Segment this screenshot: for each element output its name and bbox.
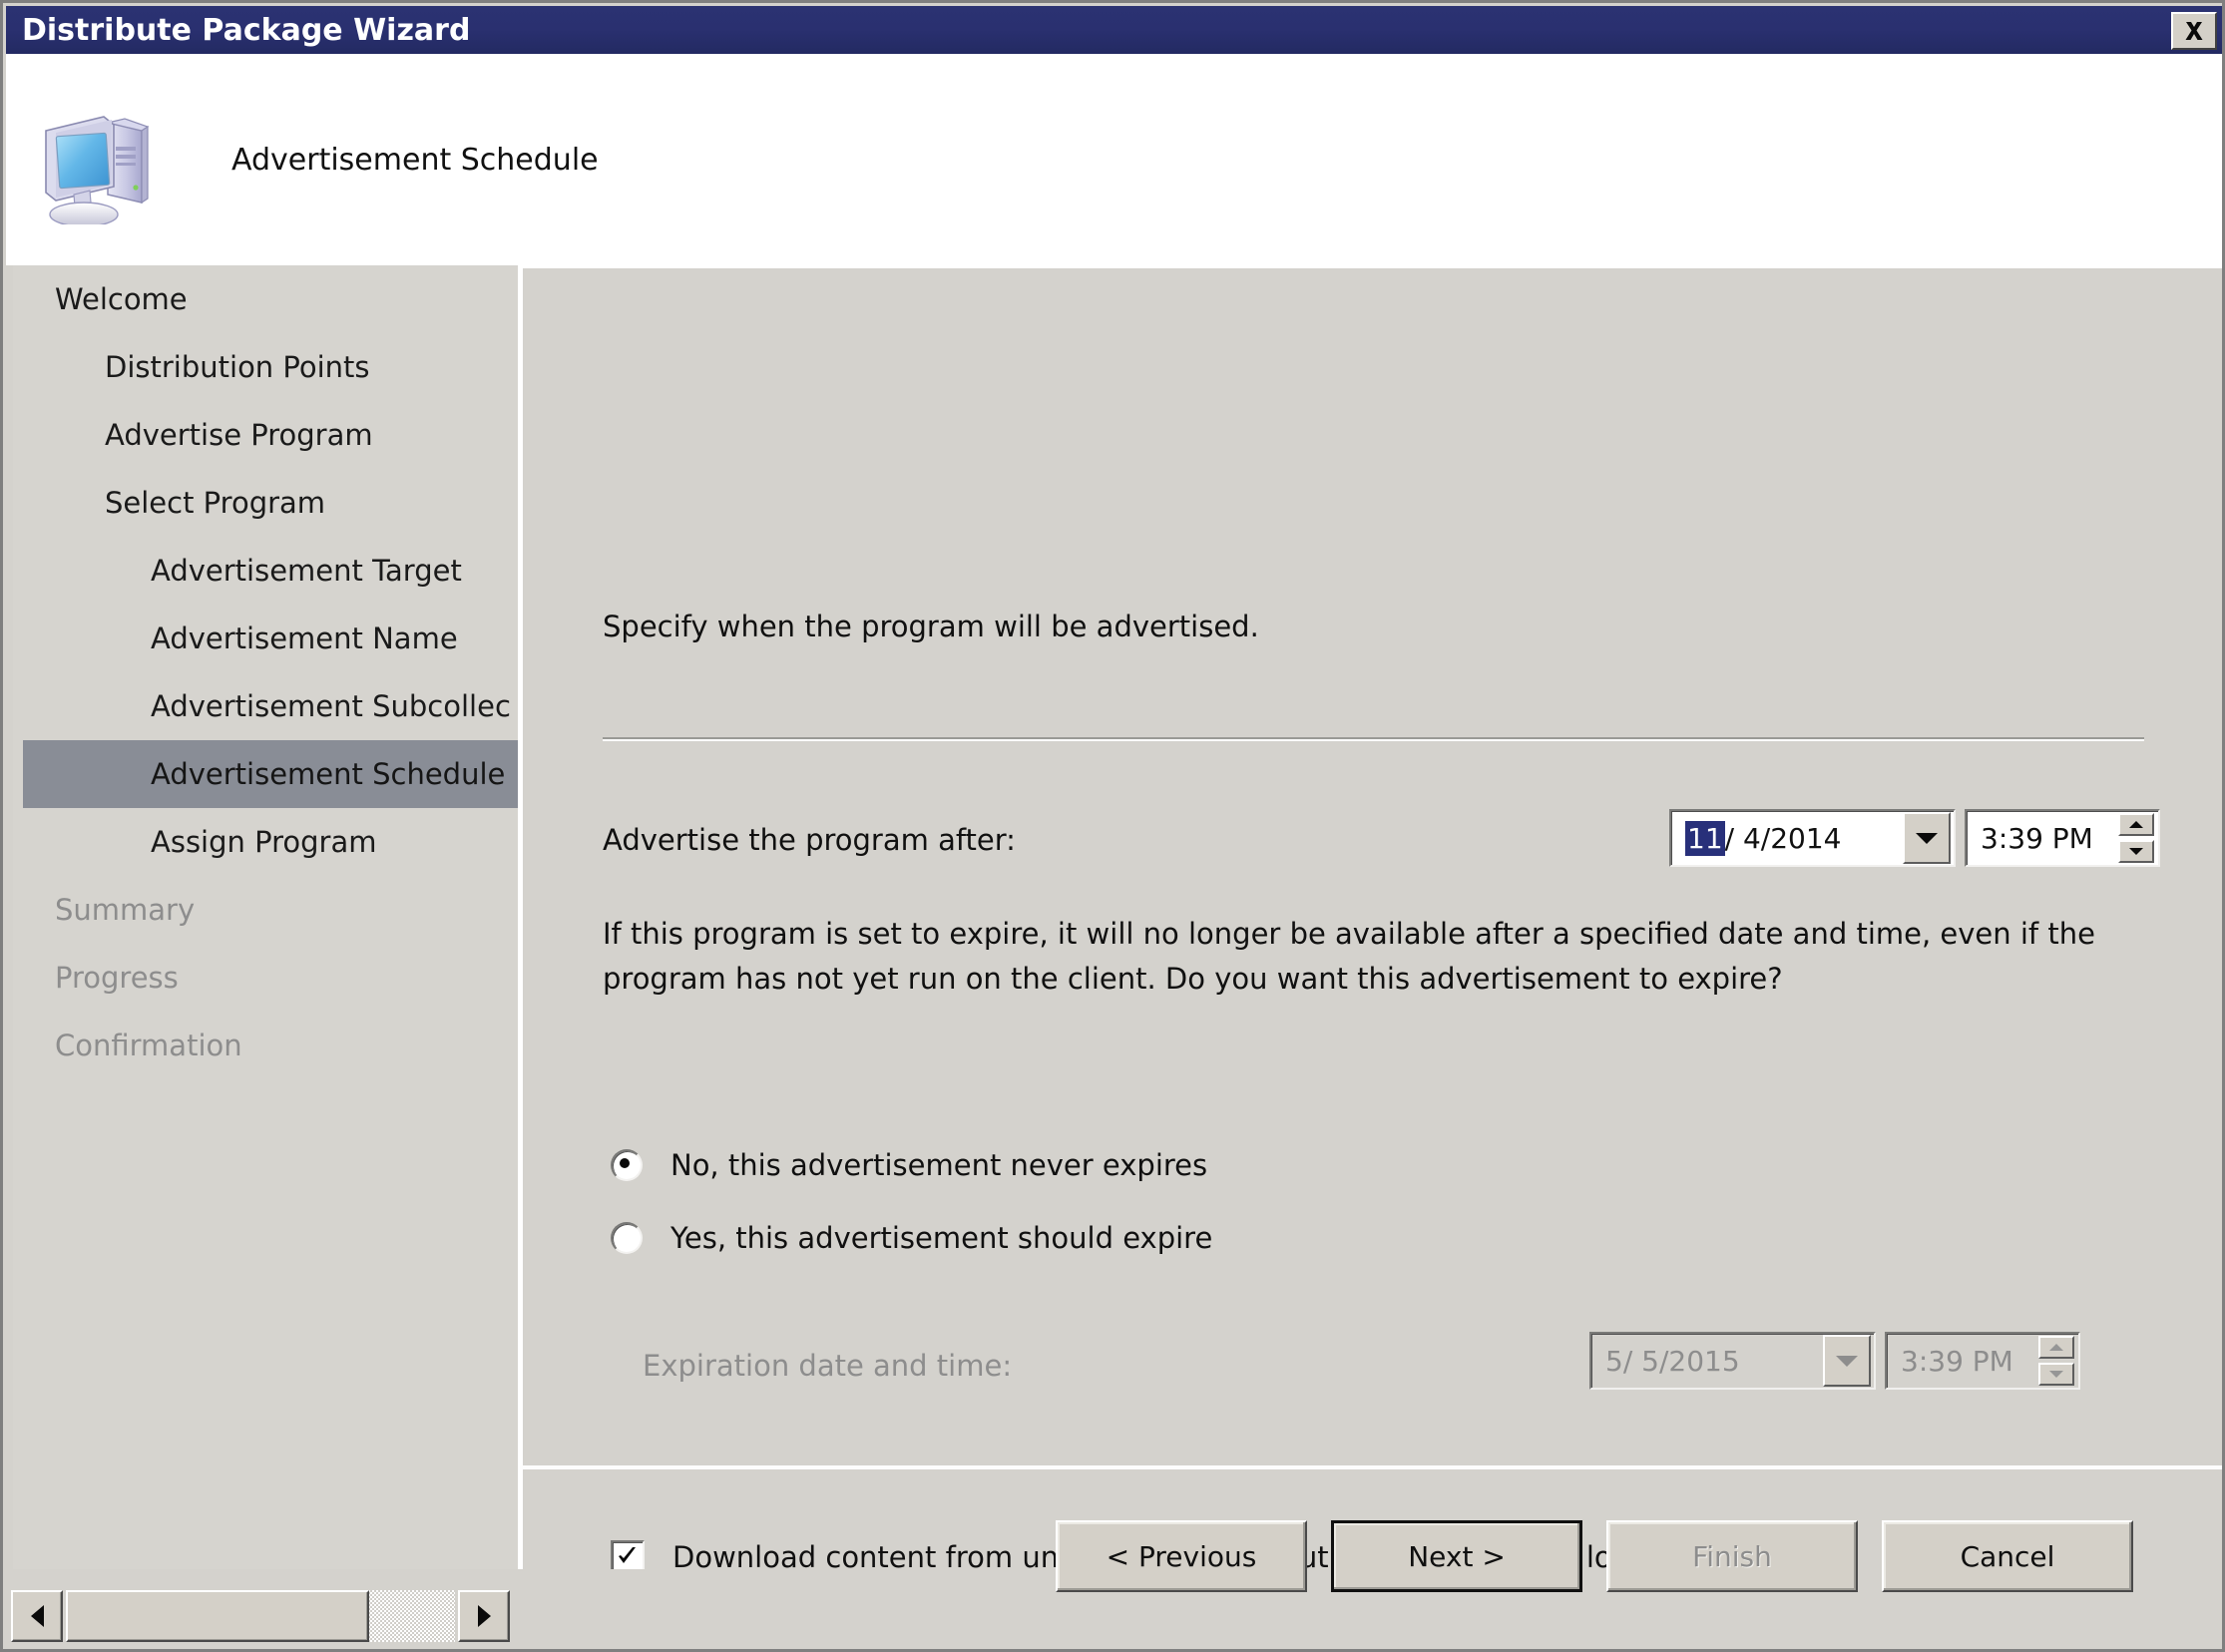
chevron-down-icon [1823, 1335, 1871, 1387]
advertise-after-time-value: 3:39 PM [1981, 821, 2093, 855]
radio-never-expires-label: No, this advertisement never expires [670, 1148, 1208, 1182]
sidebar-item-assign-program[interactable]: Assign Program [13, 808, 518, 876]
sidebar-item-advertisement-schedule[interactable]: Advertisement Schedule [23, 740, 518, 808]
expiration-date-value: 5/ 5/2015 [1605, 1344, 1740, 1378]
wizard-content-panel: Specify when the program will be adverti… [523, 265, 2222, 1574]
sidebar-item-advertisement-name[interactable]: Advertisement Name [13, 605, 518, 672]
expire-explanation-text: If this program is set to expire, it wil… [603, 917, 2095, 996]
chevron-down-icon[interactable] [1903, 812, 1951, 864]
triangle-right-glyph [477, 1605, 491, 1627]
wizard-button-bar: < Previous Next > Finish Cancel [1056, 1520, 2133, 1592]
scrollbar-track[interactable] [66, 1590, 455, 1642]
cancel-button[interactable]: Cancel [1882, 1520, 2133, 1592]
sidebar-item-confirmation: Confirmation [55, 1029, 242, 1062]
spinner-down-icon[interactable] [2118, 840, 2154, 863]
sidebar-item-summary: Summary [55, 893, 196, 927]
sidebar-item-advertisement-target[interactable]: Advertisement Target [13, 537, 518, 605]
triangle-down-glyph [1836, 1355, 1858, 1367]
content-top-border [523, 265, 2222, 268]
next-button[interactable]: Next > [1331, 1520, 1582, 1592]
window-title: Distribute Package Wizard [22, 12, 471, 48]
expiration-time-input: 3:39 PM [1885, 1332, 2080, 1390]
wizard-header: Advertisement Schedule [6, 54, 2222, 265]
sidebar-item-distribution-points[interactable]: Distribution Points [13, 333, 518, 401]
time-spinner[interactable] [2118, 813, 2154, 863]
radio-should-expire[interactable]: Yes, this advertisement should expire [611, 1221, 1212, 1255]
finish-button: Finish [1606, 1520, 1858, 1592]
intro-text: Specify when the program will be adverti… [603, 610, 1259, 643]
distribute-package-wizard-window: Distribute Package Wizard Advertisement … [0, 0, 2225, 1652]
triangle-down-glyph [2129, 848, 2143, 855]
advertise-after-time-input[interactable]: 3:39 PM [1965, 809, 2160, 867]
advertise-after-label: Advertise the program after: [603, 823, 1016, 857]
triangle-up-glyph [2049, 1344, 2063, 1351]
check-icon [619, 1547, 636, 1563]
spinner-down-icon [2038, 1363, 2074, 1386]
sidebar-item-advertisement-subcollection[interactable]: Advertisement Subcollec [13, 672, 518, 740]
spinner-up-icon [2038, 1336, 2074, 1359]
radio-never-expires[interactable]: No, this advertisement never expires [611, 1148, 1207, 1182]
triangle-left-glyph [30, 1605, 44, 1627]
expiration-datetime-label: Expiration date and time: [643, 1349, 1013, 1383]
horizontal-rule [603, 737, 2144, 741]
wizard-step-list: Welcome Distribution Points Advertise Pr… [13, 265, 518, 1569]
sidebar-item-progress: Progress [55, 961, 179, 995]
advertise-after-date-input[interactable]: 11/ 4/2014 [1669, 809, 1956, 867]
sidebar-item-welcome[interactable]: Welcome [13, 265, 518, 333]
sidebar-item-select-program[interactable]: Select Program [13, 469, 518, 537]
advertise-after-row: Advertise the program after: 11/ 4/2014 … [603, 809, 2160, 879]
window-titlebar: Distribute Package Wizard [6, 6, 2222, 54]
radio-should-expire-label: Yes, this advertisement should expire [670, 1221, 1213, 1255]
scroll-right-arrow-icon[interactable] [458, 1590, 510, 1642]
triangle-down-glyph [1916, 832, 1938, 844]
sidebar-item-advertise-program[interactable]: Advertise Program [13, 401, 518, 469]
scroll-left-arrow-icon[interactable] [11, 1590, 63, 1642]
expiration-time-spinner [2038, 1336, 2074, 1386]
advertise-after-date-selected-part: 11 [1685, 820, 1725, 856]
spinner-up-icon[interactable] [2118, 813, 2154, 836]
advertise-after-date-value: 11/ 4/2014 [1685, 820, 1903, 856]
scrollbar-thumb[interactable] [66, 1590, 370, 1642]
footer-separator [520, 1465, 2222, 1469]
expiration-date-input: 5/ 5/2015 [1589, 1332, 1876, 1390]
triangle-down-glyph [2049, 1371, 2063, 1378]
radio-selected-dot [620, 1158, 630, 1168]
expiration-time-value: 3:39 PM [1901, 1344, 2013, 1378]
triangle-up-glyph [2129, 821, 2143, 828]
radio-should-expire-indicator[interactable] [611, 1222, 643, 1254]
page-title: Advertisement Schedule [231, 142, 599, 178]
horizontal-scrollbar[interactable] [11, 1590, 510, 1642]
close-icon[interactable] [2171, 12, 2217, 50]
advertise-after-date-rest-part: / 4/2014 [1724, 821, 1842, 855]
wizard-body: Welcome Distribution Points Advertise Pr… [6, 265, 2222, 1574]
previous-button[interactable]: < Previous [1056, 1520, 1307, 1592]
radio-never-expires-indicator[interactable] [611, 1149, 643, 1181]
computer-icon [30, 95, 160, 227]
